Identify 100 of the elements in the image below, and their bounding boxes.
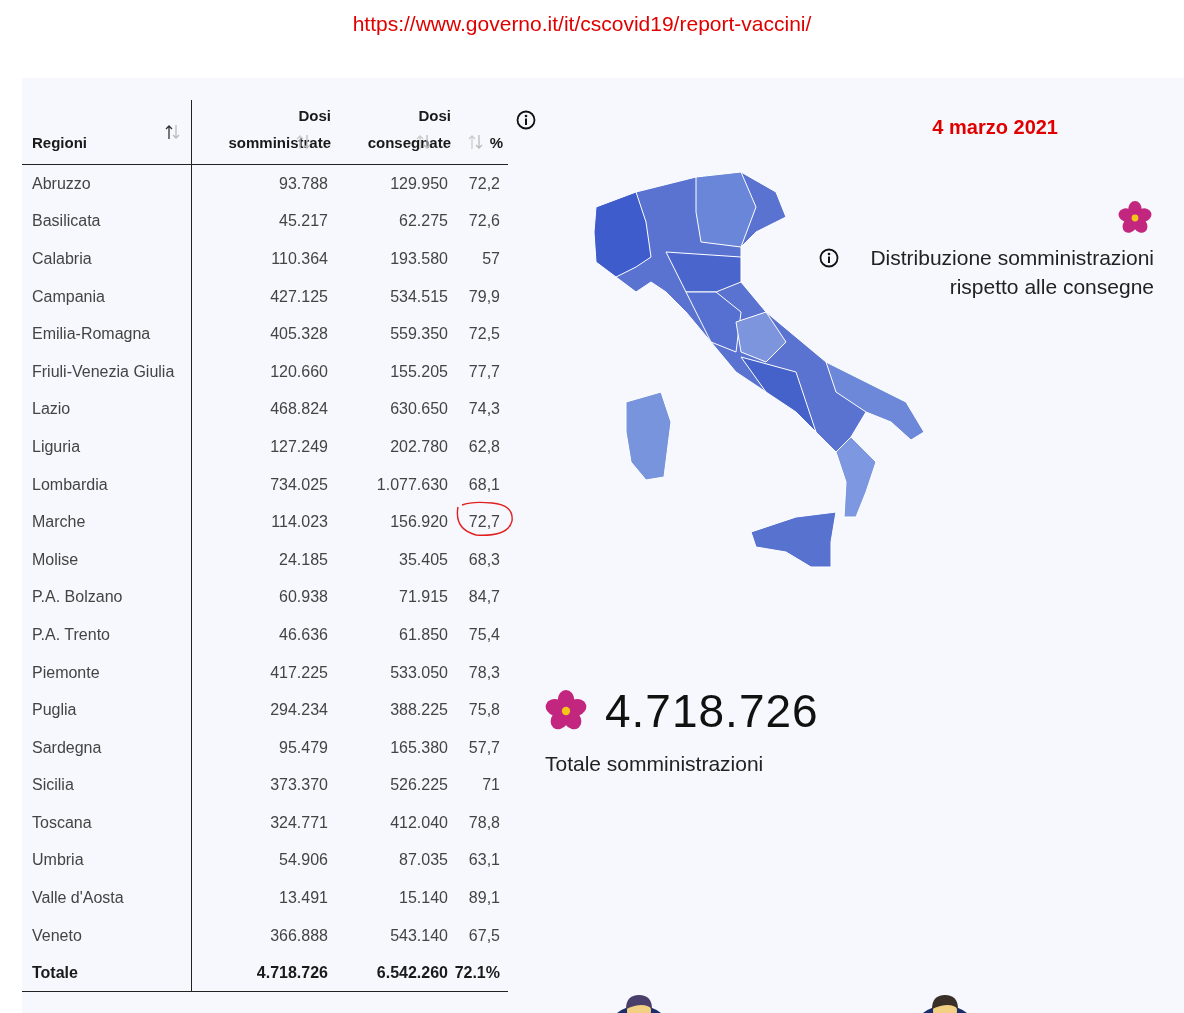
table-cell: 68,3 [468, 550, 500, 569]
table-cell: 15.140 [399, 889, 448, 908]
table-cell: Valle d'Aosta [32, 889, 124, 908]
table-cell: 54.906 [279, 851, 328, 870]
table-cell: 72,6 [468, 212, 500, 231]
table-cell: 87.035 [399, 851, 448, 870]
flower-icon [545, 690, 587, 732]
total-doses-label: Totale somministrazioni [545, 752, 765, 776]
table-cell: 1.077.630 [376, 475, 448, 494]
table-cell: 559.350 [390, 325, 448, 344]
column-header[interactable]: Dosi somministrate [228, 102, 331, 156]
table-cell: 405.328 [270, 325, 328, 344]
table-cell: 324.771 [270, 813, 328, 832]
table-cell: 366.888 [270, 926, 328, 945]
table-cell: 155.205 [390, 362, 448, 381]
table-cell: 120.660 [270, 362, 328, 381]
table-cell: 156.920 [390, 513, 448, 532]
table-cell: 129.950 [390, 174, 448, 193]
table-cell: Basilicata [32, 212, 101, 231]
table-cell: 63,1 [468, 851, 500, 870]
table-cell: 543.140 [390, 926, 448, 945]
table-cell: 202.780 [390, 437, 448, 456]
table-cell: 62,8 [468, 437, 500, 456]
table-cell: 57,7 [468, 738, 500, 757]
table-cell: 89,1 [468, 889, 500, 908]
table-cell: 526.225 [390, 776, 448, 795]
table-cell: 78,3 [468, 663, 500, 682]
table-cell: 77,7 [468, 362, 500, 381]
column-header[interactable]: Regioni [32, 129, 87, 156]
total-cell: 72.1% [454, 963, 500, 982]
table-cell: 165.380 [390, 738, 448, 757]
column-header[interactable]: Dosi consegnate [367, 102, 451, 156]
table-cell: 427.125 [270, 287, 328, 306]
table-cell: 24.185 [279, 550, 328, 569]
table-cell: 630.650 [390, 400, 448, 419]
table-cell: Calabria [32, 250, 92, 268]
table-cell: 78,8 [468, 813, 500, 832]
table-cell: 46.636 [279, 625, 328, 644]
page-url[interactable]: https://www.governo.it/it/cscovid19/report-vaccini/ [352, 12, 812, 38]
table-cell: 93.788 [279, 174, 328, 193]
table-cell: 74,3 [468, 400, 500, 419]
table-cell: 533.050 [390, 663, 448, 682]
info-icon[interactable] [516, 110, 536, 130]
table-cell: 60.938 [279, 588, 328, 607]
total-doses-value: 4.718.726 [605, 684, 819, 738]
table-cell: 294.234 [270, 701, 328, 720]
column-header[interactable]: % [489, 129, 503, 156]
table-cell: Friuli-Venezia Giulia [32, 362, 175, 381]
table-cell: 67,5 [468, 926, 500, 945]
table-cell: 72,5 [468, 325, 500, 344]
table-cell: 110.364 [271, 250, 328, 268]
table-cell: Campania [32, 287, 105, 306]
table-cell: Emilia-Romagna [32, 325, 151, 344]
table-cell: 373.370 [270, 776, 328, 795]
table-cell: 71 [482, 776, 500, 795]
table-cell: Sicilia [32, 776, 74, 795]
table-cell: Sardegna [32, 738, 102, 757]
table-cell: 114.023 [271, 513, 328, 532]
table-cell: 75,8 [468, 701, 500, 720]
table-cell: 468.824 [270, 400, 328, 419]
table-cell: 62.275 [399, 212, 448, 231]
report-date: 4 marzo 2021 [932, 116, 1058, 139]
table-cell: Umbria [32, 851, 84, 870]
sort-icon[interactable] [165, 124, 181, 140]
table-cell: Toscana [32, 813, 92, 832]
table-cell: Lazio [32, 400, 71, 419]
table-cell: 75,4 [468, 625, 500, 644]
table-cell: 35.405 [399, 550, 448, 569]
table-cell: 68,1 [468, 475, 500, 494]
table-cell: 61.850 [399, 625, 448, 644]
table-cell: Liguria [32, 437, 81, 456]
table-cell: P.A. Trento [32, 625, 110, 644]
total-cell: 6.542.260 [376, 963, 448, 982]
table-cell: Abruzzo [32, 174, 91, 193]
table-cell: Puglia [32, 701, 77, 720]
table-cell: 45.217 [279, 212, 328, 231]
table-cell: Piemonte [32, 663, 100, 682]
table-cell: 71.915 [399, 588, 448, 607]
table-cell: 84,7 [468, 588, 500, 607]
table-cell: Lombardia [32, 475, 108, 494]
table-cell: 95.479 [279, 738, 328, 757]
legend-text: Distribuzione somministrazioni rispetto alle consegne [869, 245, 1154, 300]
table-cell: Molise [32, 550, 79, 569]
table-cell: P.A. Bolzano [32, 588, 123, 607]
table-cell: 417.225 [270, 663, 328, 682]
table-cell: 734.025 [270, 475, 328, 494]
flower-icon [1118, 201, 1152, 235]
table-cell: 72,7 [468, 513, 500, 532]
info-icon[interactable] [819, 248, 839, 268]
table-cell: 13.491 [279, 889, 328, 908]
table-cell: 388.225 [390, 701, 448, 720]
table-cell: 127.249 [270, 437, 328, 456]
table-cell: 193.580 [390, 250, 448, 268]
table-cell: 72,2 [468, 174, 500, 193]
table-cell: 79,9 [468, 287, 500, 306]
table-cell: 57 [482, 250, 500, 268]
table-cell: Veneto [32, 926, 82, 945]
total-cell: Totale [32, 963, 78, 982]
total-cell: 4.718.726 [256, 963, 328, 982]
table-cell: 534.515 [390, 287, 448, 306]
